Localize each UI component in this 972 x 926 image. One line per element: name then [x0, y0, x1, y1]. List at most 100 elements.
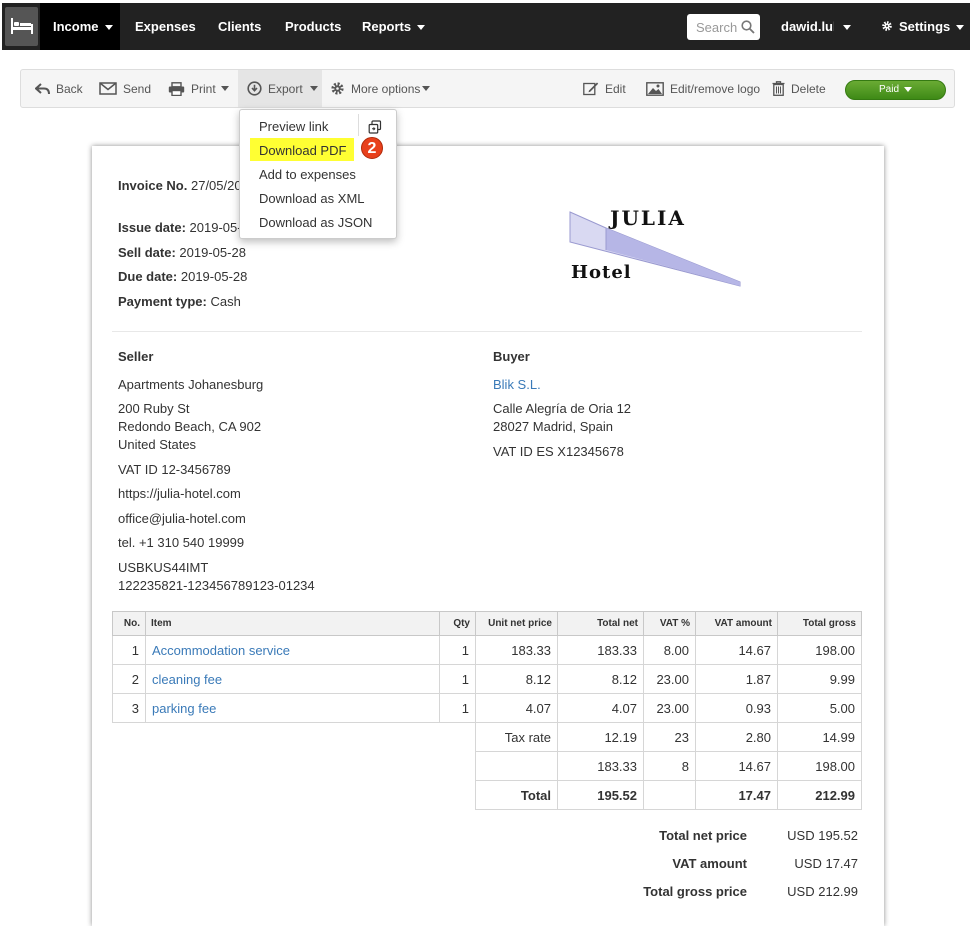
seller-street: 200 Ruby St — [118, 401, 190, 416]
cell-qty: 1 — [439, 693, 476, 723]
delete-button[interactable]: Delete — [772, 70, 826, 107]
caret-down-icon — [309, 86, 318, 91]
seller-account: 122235821-123456789123-01234 — [118, 578, 315, 593]
item-link[interactable]: Accommodation service — [145, 635, 440, 665]
table-row: 3 parking fee 1 4.07 4.07 23.00 0.93 5.0… — [112, 693, 862, 723]
export-dropdown-menu: Preview link Download PDF 2 Add to expen… — [239, 109, 397, 239]
menu-item-download-xml[interactable]: Download as XML — [259, 191, 365, 206]
table-header-row: No. Item Qty Unit net price Total net VA… — [112, 611, 862, 636]
cell-unit-net: 183.33 — [475, 635, 558, 665]
menu-item-preview-link[interactable]: Preview link — [259, 119, 328, 134]
cell-no: 2 — [112, 664, 146, 694]
more-options-button[interactable]: More options — [330, 70, 431, 107]
send-button[interactable]: Send — [99, 70, 151, 107]
nav-reports-label: Reports — [362, 19, 412, 34]
seller-vat: VAT ID 12-3456789 — [118, 462, 231, 477]
edit-logo-button[interactable]: Edit/remove logo — [646, 70, 760, 107]
col-header: Total gross — [777, 611, 862, 636]
tax-label — [475, 751, 558, 781]
caret-down-icon — [843, 25, 851, 31]
sell-date: Sell date: 2019-05-28 — [118, 245, 246, 260]
nav-clients[interactable]: Clients — [218, 19, 261, 34]
nav-expenses[interactable]: Expenses — [135, 19, 196, 34]
logo-hotel-text: Hotel — [571, 262, 632, 283]
cell-total-net: 8.12 — [557, 664, 644, 694]
print-button[interactable]: Print — [168, 70, 229, 107]
cell-vat-amount: 1.87 — [695, 664, 778, 694]
total-vat: 17.47 — [695, 780, 778, 810]
table-row: 1 Accommodation service 1 183.33 183.33 … — [112, 635, 862, 665]
cell-vat-pct: 23.00 — [643, 693, 696, 723]
vat-amount-value: USD 17.47 — [794, 856, 858, 871]
item-link[interactable]: cleaning fee — [145, 664, 440, 694]
due-date: Due date: 2019-05-28 — [118, 269, 247, 284]
print-label: Print — [191, 81, 216, 96]
menu-item-download-json[interactable]: Download as JSON — [259, 215, 372, 230]
edit-pencil-icon — [583, 82, 599, 96]
buyer-name-link[interactable]: Blik S.L. — [493, 377, 541, 392]
menu-item-download-pdf[interactable]: Download PDF — [259, 143, 346, 158]
seller-city: Redondo Beach, CA 902 — [118, 419, 262, 434]
search-box — [687, 14, 760, 40]
caret-down-icon — [956, 25, 965, 31]
buyer-heading: Buyer — [493, 349, 530, 364]
seller-website: https://julia-hotel.com — [118, 486, 241, 501]
seller-name: Apartments Johanesburg — [118, 377, 264, 392]
back-button[interactable]: Back — [35, 70, 83, 107]
tax-gross: 14.99 — [777, 722, 862, 752]
nav-products[interactable]: Products — [285, 19, 341, 34]
section-divider — [112, 331, 862, 332]
export-button[interactable]: Export — [238, 70, 322, 107]
due-date-value: 2019-05-28 — [180, 269, 248, 284]
tax-rate-row: 183.33 8 14.67 198.00 — [113, 751, 862, 781]
tax-pct: 23 — [643, 722, 696, 752]
copy-icon[interactable] — [368, 120, 382, 134]
issue-date-value: 2019-05- — [189, 220, 242, 235]
total-pct — [643, 780, 696, 810]
image-icon — [646, 81, 664, 96]
menu-item-add-to-expenses[interactable]: Add to expenses — [259, 167, 356, 182]
search-icon[interactable] — [741, 20, 755, 34]
settings-label: Settings — [899, 19, 951, 34]
total-net-value: USD 195.52 — [787, 828, 858, 843]
cell-vat-pct: 8.00 — [643, 635, 696, 665]
more-options-label: More options — [351, 81, 421, 96]
cell-unit-net: 8.12 — [475, 664, 558, 694]
total-gross-value: USD 212.99 — [787, 884, 858, 899]
gear-icon — [882, 21, 892, 31]
company-logo: JULIA Hotel — [568, 206, 743, 288]
delete-label: Delete — [791, 81, 826, 96]
issue-date-label: Issue date: — [118, 220, 186, 235]
printer-icon — [168, 81, 185, 96]
user-menu[interactable]: dawid.luk — [781, 19, 851, 34]
cell-total-net: 183.33 — [557, 635, 644, 665]
cell-unit-net: 4.07 — [475, 693, 558, 723]
tax-vat: 14.67 — [695, 751, 778, 781]
invoice-toolbar: Back Send Print Export More options Edit — [20, 69, 955, 108]
issue-date: Issue date: 2019-05- — [118, 220, 242, 235]
search-input[interactable] — [687, 14, 747, 40]
nav-reports[interactable]: Reports — [362, 19, 426, 34]
item-link[interactable]: parking fee — [145, 693, 440, 723]
col-header: Total net — [557, 611, 644, 636]
cell-vat-amount: 0.93 — [695, 693, 778, 723]
cell-no: 3 — [112, 693, 146, 723]
back-label: Back — [56, 81, 83, 96]
buyer-vat: VAT ID ES X12345678 — [493, 444, 624, 459]
caret-down-icon — [422, 86, 431, 91]
cell-vat-pct: 23.00 — [643, 664, 696, 694]
items-table: No. Item Qty Unit net price Total net VA… — [112, 611, 862, 810]
payment-type-value: Cash — [210, 294, 241, 309]
back-arrow-icon — [35, 82, 50, 94]
edit-logo-label: Edit/remove logo — [670, 81, 761, 96]
col-header: VAT % — [643, 611, 696, 636]
tax-pct: 8 — [643, 751, 696, 781]
status-paid-button[interactable]: Paid — [845, 80, 946, 100]
total-row: Total 195.52 17.47 212.99 — [113, 780, 862, 810]
total-gross-label: Total gross price — [643, 884, 747, 899]
edit-button[interactable]: Edit — [583, 70, 626, 107]
blank-cell — [113, 723, 476, 752]
app-logo[interactable] — [5, 7, 38, 46]
settings-menu[interactable]: Settings — [881, 19, 965, 34]
nav-income[interactable]: Income — [53, 19, 113, 34]
